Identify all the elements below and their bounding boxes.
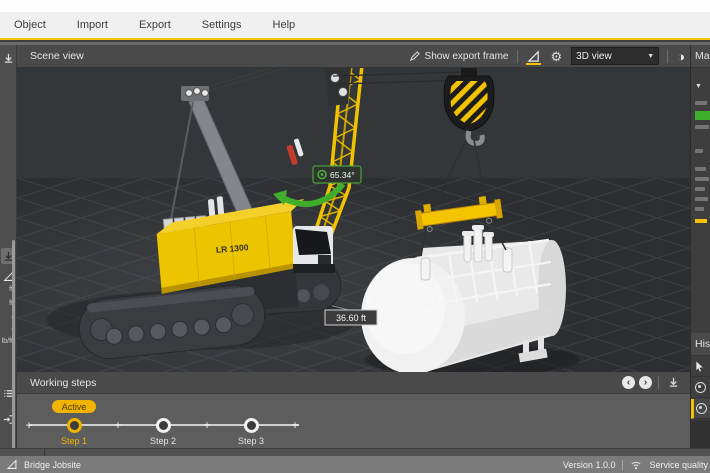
history-panel-header: Hist	[691, 333, 710, 356]
boom-angle-badge: 65.34°	[312, 165, 362, 184]
titlebar-strip	[0, 0, 710, 12]
crane-scene: LR 1300 65.34° 36.60 ft	[17, 68, 690, 372]
angle-icon	[6, 459, 17, 469]
chevron-down-icon[interactable]: ▼	[695, 75, 702, 93]
right-rail: Mac ▼ Hist	[690, 45, 710, 456]
text-sliver	[695, 125, 709, 129]
add-step-button[interactable]: +	[288, 418, 302, 432]
service-quality-label: Service quality	[649, 459, 708, 470]
separator	[658, 376, 659, 389]
text-sliver	[695, 207, 704, 211]
add-step-button[interactable]: +	[111, 418, 125, 432]
cursor-icon	[696, 361, 703, 372]
scene-view-panel: Scene view Show export frame ⚙ 3D view ▼	[17, 45, 690, 448]
step-circle	[155, 418, 171, 433]
pencil-icon	[409, 50, 420, 61]
status-left: Bridge Jobsite	[6, 459, 81, 470]
working-steps-timeline: + + + + Active Step 1 Step 2 Step 3	[17, 394, 690, 448]
status-right: Version 1.0.0 Service quality	[563, 459, 708, 470]
active-step-badge: Active	[52, 400, 96, 413]
contrast-icon: ◑	[677, 48, 685, 64]
scrollbar[interactable]	[12, 240, 15, 455]
scene-view-header: Scene view Show export frame ⚙ 3D view ▼	[17, 45, 690, 68]
step-circle	[243, 418, 259, 433]
status-bar: Bridge Jobsite Version 1.0.0 Service qua…	[0, 456, 710, 473]
text-sliver	[695, 149, 703, 153]
download-icon	[669, 377, 678, 387]
step-label: Step 1	[60, 436, 88, 446]
step-label: Step 3	[237, 436, 265, 446]
step-1-marker[interactable]: Step 1	[44, 418, 104, 446]
separator	[517, 49, 519, 63]
step-2-marker[interactable]: Step 2	[133, 418, 193, 446]
menu-bar: Object Import Export Settings Help	[0, 12, 710, 40]
menu-item-export[interactable]: Export	[139, 19, 171, 31]
target-icon	[695, 382, 706, 393]
show-export-frame-label: Show export frame	[424, 50, 509, 62]
steps-header-controls: ‹ ›	[620, 376, 684, 389]
accent-sliver	[695, 219, 707, 223]
scene-settings-button[interactable]: ⚙	[545, 45, 567, 67]
step-3-marker[interactable]: Step 3	[221, 418, 281, 446]
scene-viewport[interactable]: LR 1300 65.34° 36.60 ft	[17, 68, 690, 372]
text-sliver	[695, 101, 707, 105]
jobsite-name: Bridge Jobsite	[24, 459, 82, 470]
wifi-icon	[631, 461, 641, 470]
scene-view-title: Scene view	[30, 50, 84, 62]
status-ok-badge	[695, 111, 710, 120]
menu-item-import[interactable]: Import	[77, 19, 108, 31]
text-sliver	[695, 187, 705, 191]
angle-measure-tool-button[interactable]	[522, 45, 545, 67]
radius-value: 36.60 ft	[336, 313, 367, 323]
working-steps-header: Working steps ‹ ›	[17, 372, 690, 394]
target-icon	[696, 403, 707, 414]
angle-icon	[527, 49, 540, 62]
app-window: Object Import Export Settings Help ft ft…	[0, 0, 710, 473]
download-steps-button[interactable]	[663, 377, 684, 388]
contrast-toggle-button[interactable]: ◑	[672, 45, 690, 67]
machine-panel-header: Mac	[691, 45, 710, 68]
add-step-button[interactable]: +	[22, 418, 36, 432]
add-step-button[interactable]: +	[200, 418, 214, 432]
download-icon	[4, 53, 12, 63]
next-step-button[interactable]: ›	[639, 376, 652, 389]
chevron-down-icon: ▼	[647, 52, 655, 60]
step-label: Step 2	[149, 436, 177, 446]
left-rail: ft ft · · lb/ft	[0, 45, 17, 456]
bottom-strip	[0, 448, 710, 457]
gear-icon: ⚙	[550, 48, 563, 64]
boom-angle-value: 65.34°	[330, 170, 355, 180]
text-sliver	[695, 177, 709, 181]
download-icon[interactable]	[1, 50, 15, 66]
view-mode-value: 3D view	[576, 50, 612, 62]
previous-step-button[interactable]: ‹	[622, 376, 635, 389]
text-sliver	[695, 167, 706, 171]
boom-head	[325, 68, 351, 106]
step-circle	[66, 418, 82, 433]
text-sliver	[695, 197, 708, 201]
show-export-frame-button[interactable]: Show export frame	[404, 45, 514, 67]
separator	[622, 459, 624, 470]
separator	[667, 49, 669, 63]
menu-item-help[interactable]: Help	[273, 19, 296, 31]
radius-badge: 36.60 ft	[324, 309, 378, 326]
working-steps-title: Working steps	[30, 376, 97, 389]
version-label: Version 1.0.0	[562, 459, 616, 470]
operator-cab	[293, 226, 335, 273]
menu-item-object[interactable]: Object	[14, 19, 46, 31]
menu-item-settings[interactable]: Settings	[202, 19, 242, 31]
working-steps-panel: Working steps ‹ › + + + + Active Step 1 …	[17, 372, 690, 448]
view-mode-dropdown[interactable]: 3D view ▼	[571, 47, 660, 65]
history-item-select[interactable]	[691, 357, 710, 377]
history-item[interactable]	[691, 378, 710, 398]
scene-header-controls: Show export frame ⚙ 3D view ▼ ◑	[404, 45, 690, 67]
history-item-selected[interactable]	[691, 399, 710, 419]
